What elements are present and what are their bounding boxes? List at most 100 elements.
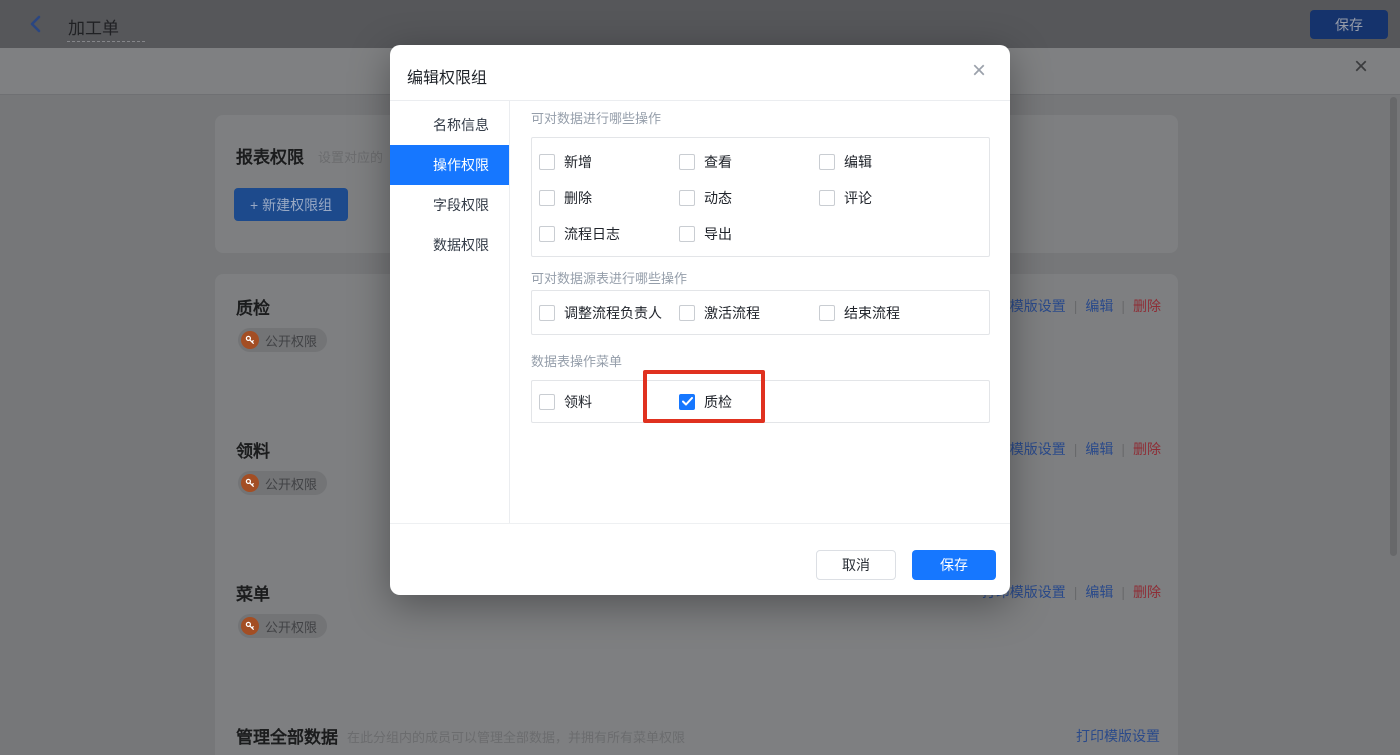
delete-link[interactable]: 删除: [1133, 584, 1161, 600]
link-separator: |: [1121, 584, 1125, 600]
checkbox-item: 删除: [532, 180, 672, 216]
delete-link[interactable]: 删除: [1133, 441, 1161, 457]
checkbox-item: 调整流程负责人: [532, 295, 672, 331]
modal-content: 可对数据进行哪些操作 新增 查看 编辑 删除 动态 评论 流程日志 导出 可对数…: [510, 101, 1010, 523]
data-operations-box: 新增 查看 编辑 删除 动态 评论 流程日志 导出: [531, 137, 990, 257]
back-icon: [30, 15, 41, 33]
manage-all-links: 打印模版设置: [1076, 726, 1160, 746]
checkbox[interactable]: [819, 190, 835, 206]
datasource-operations-box: 调整流程负责人 激活流程 结束流程: [531, 290, 990, 335]
badge-label: 公开权限: [265, 619, 318, 635]
checkbox-label: 动态: [704, 190, 732, 206]
page-close-icon[interactable]: ×: [1354, 55, 1368, 79]
checkbox-item: 激活流程: [672, 295, 812, 331]
checkbox[interactable]: [679, 154, 695, 170]
datasource-operations-label: 可对数据源表进行哪些操作: [531, 271, 688, 286]
link-separator: |: [1121, 298, 1125, 314]
modal-close-icon[interactable]: ×: [972, 59, 986, 83]
key-icon: [241, 474, 259, 492]
link-separator: |: [1073, 298, 1078, 314]
checkbox-label: 导出: [704, 226, 732, 242]
key-icon: [241, 331, 259, 349]
report-permissions-title: 报表权限: [236, 148, 304, 167]
public-permission-badge: 公开权限: [238, 328, 328, 352]
tab-data-permissions[interactable]: 数据权限: [390, 225, 509, 265]
checkbox-label: 评论: [844, 190, 872, 206]
group-title: 质检: [236, 299, 270, 318]
table-menu-label: 数据表操作菜单: [531, 354, 623, 369]
checkbox-label: 质检: [704, 393, 732, 410]
checkbox-label: 结束流程: [844, 304, 900, 321]
checkbox-item: 质检: [672, 384, 812, 420]
save-button[interactable]: 保存: [912, 550, 996, 580]
checkbox-item: 新增: [532, 144, 672, 180]
link-separator: |: [1073, 441, 1078, 457]
edit-link[interactable]: 编辑: [1085, 584, 1113, 600]
checkbox-label: 新增: [564, 154, 592, 170]
screen: 加工单 保存 × 报表权限 设置对应的「 + 新建权限组 质检 公开权限 打印模…: [0, 0, 1400, 755]
checkbox-label: 流程日志: [564, 226, 620, 242]
manage-all-title: 管理全部数据: [236, 728, 338, 747]
checkbox-item: 评论: [812, 180, 989, 216]
tab-operation-permissions[interactable]: 操作权限: [390, 145, 509, 185]
edit-link[interactable]: 编辑: [1085, 441, 1113, 457]
tab-name-info[interactable]: 名称信息: [390, 105, 509, 145]
checkbox-item: 查看: [672, 144, 812, 180]
public-permission-badge: 公开权限: [238, 471, 328, 495]
checkbox[interactable]: [679, 190, 695, 206]
badge-label: 公开权限: [265, 333, 318, 349]
modal-body: 名称信息 操作权限 字段权限 数据权限 可对数据进行哪些操作 新增 查看 编辑 …: [390, 101, 1010, 523]
key-icon: [241, 617, 259, 635]
link-separator: |: [1073, 584, 1078, 600]
public-permission-badge: 公开权限: [238, 614, 328, 638]
checkbox-checked[interactable]: [679, 393, 695, 410]
checkbox-item: 编辑: [812, 144, 989, 180]
checkbox[interactable]: [539, 154, 555, 170]
checkbox[interactable]: [539, 304, 555, 321]
group-title: 菜单: [236, 585, 270, 604]
table-menu-box: 领料 质检: [531, 380, 990, 423]
checkbox-label: 编辑: [844, 154, 872, 170]
checkbox-item: 动态: [672, 180, 812, 216]
edit-permission-group-modal: 编辑权限组 × 名称信息 操作权限 字段权限 数据权限 可对数据进行哪些操作 新…: [390, 45, 1010, 595]
checkbox[interactable]: [819, 304, 835, 321]
checkbox-label: 领料: [564, 393, 592, 410]
checkbox[interactable]: [679, 226, 695, 242]
editable-title-underline: [67, 41, 145, 42]
print-template-link[interactable]: 打印模版设置: [1076, 728, 1160, 744]
modal-title: 编辑权限组: [407, 70, 488, 87]
checkbox[interactable]: [679, 304, 695, 321]
checkbox-label: 调整流程负责人: [564, 304, 662, 321]
group-title: 领料: [236, 442, 270, 461]
link-separator: |: [1121, 441, 1125, 457]
form-title[interactable]: 加工单: [68, 14, 119, 39]
delete-link[interactable]: 删除: [1133, 298, 1161, 314]
tab-field-permissions[interactable]: 字段权限: [390, 185, 509, 225]
report-permissions-hint: 设置对应的「: [318, 150, 397, 165]
checkbox-item: 流程日志: [532, 216, 672, 252]
cancel-button[interactable]: 取消: [816, 550, 896, 580]
checkbox-item: 结束流程: [812, 295, 989, 331]
modal-footer: 取消 保存: [390, 523, 1010, 595]
badge-label: 公开权限: [265, 476, 318, 492]
modal-header: 编辑权限组 ×: [390, 45, 1010, 101]
checkbox[interactable]: [539, 190, 555, 206]
data-operations-label: 可对数据进行哪些操作: [531, 111, 662, 126]
topbar-save-button[interactable]: 保存: [1310, 10, 1388, 39]
new-permission-group-button[interactable]: + 新建权限组: [234, 188, 349, 221]
checkbox[interactable]: [539, 226, 555, 242]
modal-side-tabs: 名称信息 操作权限 字段权限 数据权限: [390, 101, 510, 523]
checkbox-label: 删除: [564, 190, 592, 206]
checkbox-label: 激活流程: [704, 304, 760, 321]
back-button[interactable]: [26, 14, 46, 34]
checkbox[interactable]: [819, 154, 835, 170]
checkbox-item: 领料: [532, 384, 672, 420]
check-icon: [681, 397, 693, 406]
top-toolbar: 加工单 保存: [0, 0, 1400, 48]
page-scrollbar[interactable]: [1390, 97, 1397, 556]
checkbox[interactable]: [539, 393, 555, 410]
edit-link[interactable]: 编辑: [1085, 298, 1113, 314]
checkbox-label: 查看: [704, 154, 732, 170]
checkbox-item: 导出: [672, 216, 812, 252]
manage-all-desc: 在此分组内的成员可以管理全部数据，并拥有所有菜单权限: [347, 730, 686, 745]
